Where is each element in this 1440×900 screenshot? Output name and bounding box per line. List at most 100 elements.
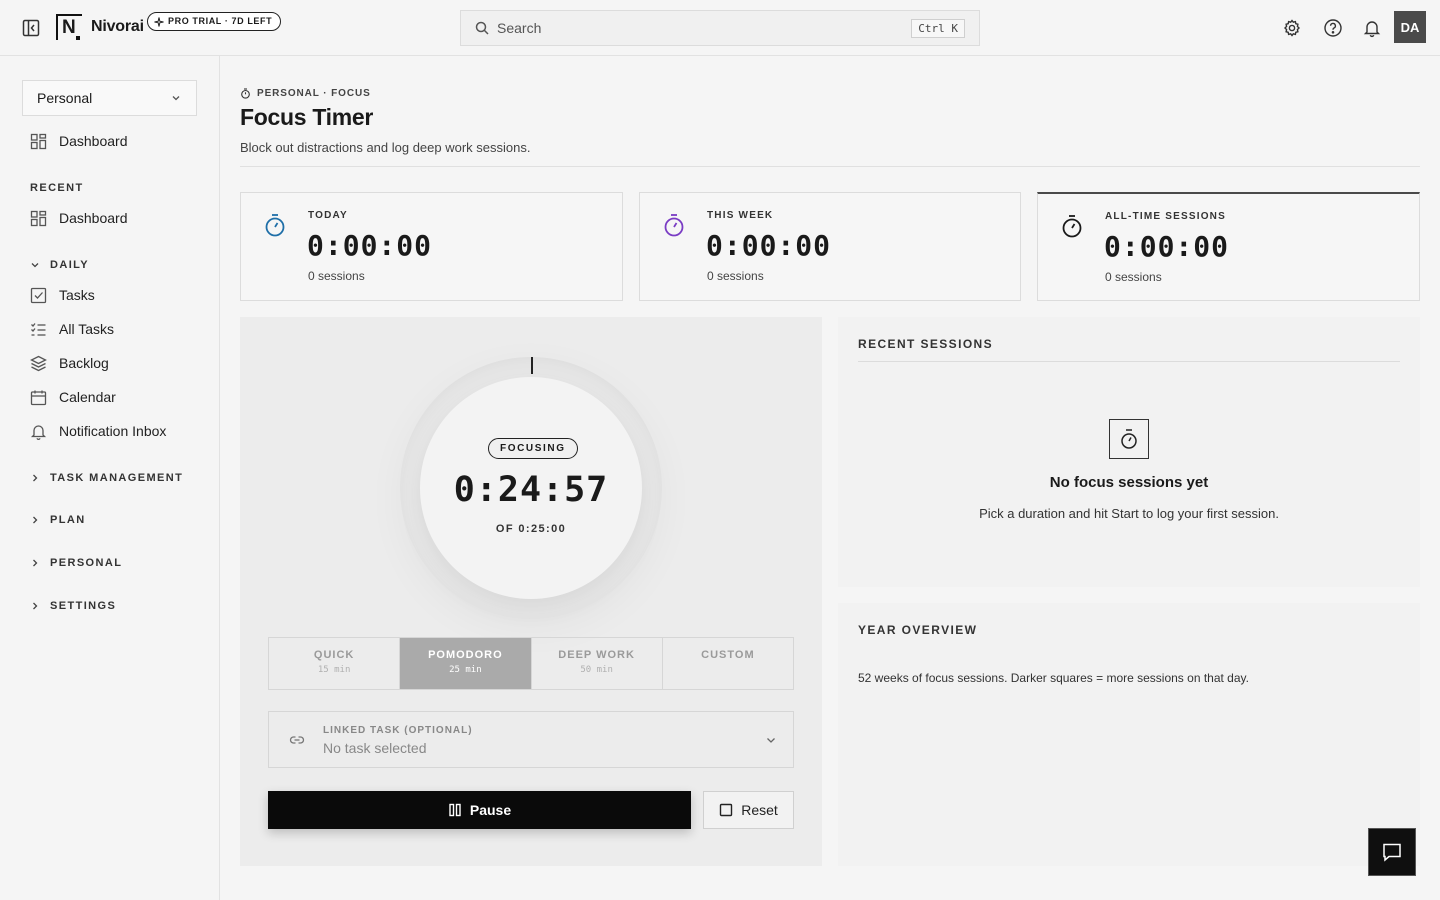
search-input[interactable] <box>497 20 912 36</box>
grid-icon <box>30 210 47 227</box>
stat-value: 0:00:00 <box>307 229 433 262</box>
sidebar-item-label: Calendar <box>59 389 116 405</box>
preset-selector: QUICK 15 min POMODORO 25 min DEEP WORK 5… <box>268 637 794 690</box>
square-icon <box>719 803 733 817</box>
pause-button-label: Pause <box>469 802 512 818</box>
stat-label: TODAY <box>308 210 348 221</box>
sidebar-toggle-icon[interactable] <box>22 19 40 37</box>
group-daily[interactable]: DAILY <box>30 259 89 271</box>
empty-state-title: No focus sessions yet <box>1049 474 1209 491</box>
sidebar-item-label: Notification Inbox <box>59 423 167 439</box>
main-content: PERSONAL · FOCUS Focus Timer Block out d… <box>240 56 1420 900</box>
panel-divider <box>858 361 1400 362</box>
recent-sessions-panel: RECENT SESSIONS No focus sessions yet Pi… <box>838 317 1420 587</box>
stat-value: 0:00:00 <box>1104 230 1230 263</box>
sidebar-item-backlog[interactable]: Backlog <box>30 353 109 373</box>
chevron-right-icon <box>30 473 40 483</box>
group-label: DAILY <box>50 259 89 271</box>
chat-icon <box>1381 841 1403 863</box>
sidebar-item-tasks[interactable]: Tasks <box>30 285 95 305</box>
help-icon[interactable] <box>1323 18 1343 38</box>
pause-icon <box>448 803 462 817</box>
avatar[interactable]: DA <box>1394 11 1426 43</box>
stopwatch-icon <box>1119 428 1139 450</box>
sidebar-item-notification-inbox[interactable]: Notification Inbox <box>30 421 166 441</box>
stopwatch-icon <box>663 213 685 237</box>
bell-icon[interactable] <box>1362 18 1382 38</box>
trial-badge[interactable]: PRO TRIAL · 7D LEFT <box>147 12 282 31</box>
search-bar[interactable]: Ctrl K <box>460 10 980 46</box>
sidebar-item-label: Tasks <box>59 287 95 303</box>
brand-name: Nivorai <box>91 18 144 35</box>
linked-task-select[interactable]: LINKED TASK (OPTIONAL) No task selected <box>268 711 794 768</box>
recent-sessions-heading: RECENT SESSIONS <box>858 337 994 351</box>
stat-card-today: TODAY 0:00:00 0 sessions <box>240 192 623 301</box>
preset-minutes: 50 min <box>580 665 613 675</box>
sidebar-item-all-tasks[interactable]: All Tasks <box>30 319 114 339</box>
search-icon <box>475 21 489 35</box>
link-icon <box>289 732 305 748</box>
linked-task-value: No task selected <box>323 740 427 756</box>
header-divider <box>240 166 1420 167</box>
group-personal[interactable]: PERSONAL <box>30 557 122 569</box>
preset-quick[interactable]: QUICK 15 min <box>269 638 401 689</box>
sidebar-item-label: Backlog <box>59 355 109 371</box>
group-label: PLAN <box>50 514 86 526</box>
preset-name: QUICK <box>313 649 355 661</box>
year-overview-heading: YEAR OVERVIEW <box>858 623 978 637</box>
linked-task-label: LINKED TASK (OPTIONAL) <box>323 725 473 736</box>
preset-deep-work[interactable]: DEEP WORK 50 min <box>532 638 663 689</box>
stat-sub: 0 sessions <box>1105 270 1162 284</box>
progress-ring-marker <box>531 357 533 374</box>
year-overview-description: 52 weeks of focus sessions. Darker squar… <box>858 671 1249 685</box>
group-settings[interactable]: SETTINGS <box>30 600 116 612</box>
group-label: PERSONAL <box>50 557 123 569</box>
stat-label: ALL-TIME SESSIONS <box>1105 211 1226 222</box>
status-badge: FOCUSING <box>488 438 578 459</box>
stopwatch-icon <box>264 213 286 237</box>
group-task-management[interactable]: TASK MANAGEMENT <box>30 472 183 484</box>
list-check-icon <box>30 321 47 338</box>
empty-state-icon <box>1109 419 1149 459</box>
chevron-right-icon <box>30 515 40 525</box>
stat-value: 0:00:00 <box>706 229 832 262</box>
stat-sub: 0 sessions <box>308 269 365 283</box>
top-bar: N Nivorai PRO TRIAL · 7D LEFT Ctrl K DA <box>0 0 1440 56</box>
logo-dot <box>76 36 80 40</box>
sidebar-item-label: All Tasks <box>59 321 114 337</box>
reset-button[interactable]: Reset <box>703 791 794 829</box>
chevron-down-icon <box>170 92 182 104</box>
group-label: SETTINGS <box>50 600 117 612</box>
gear-icon[interactable] <box>1282 18 1302 38</box>
chat-button[interactable] <box>1368 828 1416 876</box>
timer-remaining: 0:24:57 <box>453 470 609 510</box>
sparkle-icon <box>154 16 164 27</box>
page-subtitle: Block out distractions and log deep work… <box>240 140 531 155</box>
grid-icon <box>30 133 47 150</box>
chevron-down-icon <box>765 734 777 746</box>
search-shortcut: Ctrl K <box>911 18 965 38</box>
reset-button-label: Reset <box>741 802 778 818</box>
recent-label: RECENT <box>30 182 84 194</box>
stat-sub: 0 sessions <box>707 269 764 283</box>
sidebar-item-recent-dashboard[interactable]: Dashboard <box>30 208 128 228</box>
sidebar-item-label: Dashboard <box>59 210 128 226</box>
workspace-select[interactable]: Personal <box>22 80 197 116</box>
checkbox-icon <box>30 287 47 304</box>
chevron-right-icon <box>30 601 40 611</box>
sidebar-item-dashboard[interactable]: Dashboard <box>30 131 128 151</box>
preset-minutes: 25 min <box>449 665 482 675</box>
empty-state-subtitle: Pick a duration and hit Start to log you… <box>979 506 1279 521</box>
preset-custom[interactable]: CUSTOM <box>663 638 793 689</box>
preset-pomodoro[interactable]: POMODORO 25 min <box>400 638 532 689</box>
sidebar-item-label: Dashboard <box>59 133 128 149</box>
sidebar-item-calendar[interactable]: Calendar <box>30 387 116 407</box>
calendar-icon <box>30 389 47 406</box>
group-plan[interactable]: PLAN <box>30 514 86 526</box>
stat-label: THIS WEEK <box>707 210 774 221</box>
timer-total: OF 0:25:00 <box>495 523 567 535</box>
stopwatch-icon <box>240 88 251 99</box>
workspace-name: Personal <box>37 90 93 106</box>
breadcrumb-text: PERSONAL · FOCUS <box>257 88 371 99</box>
pause-button[interactable]: Pause <box>268 791 691 829</box>
